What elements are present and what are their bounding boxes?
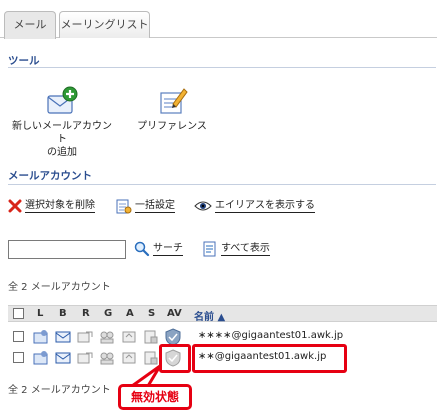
new-mail-account-tool[interactable]: 新しいメールアカウント の追加 — [8, 86, 116, 159]
select-all-checkbox[interactable] — [13, 308, 24, 319]
mailbox-icon[interactable] — [55, 330, 71, 344]
tab-mail[interactable]: メール — [4, 11, 56, 39]
preferences-tool[interactable]: プリファレンス — [132, 86, 212, 133]
col-l[interactable]: L — [37, 308, 43, 319]
preferences-label: プリファレンス — [137, 121, 207, 132]
email-highlight — [192, 344, 347, 373]
show-aliases-label: エイリアスを表示する — [215, 199, 315, 213]
spam-filter-icon[interactable] — [143, 329, 159, 345]
preferences-icon — [160, 88, 188, 114]
row-checkbox[interactable] — [13, 352, 24, 363]
account-count-bottom: 全 2 メールアカウント — [8, 385, 111, 396]
row-checkbox[interactable] — [13, 331, 24, 342]
group-icon[interactable] — [99, 329, 115, 345]
col-s[interactable]: S — [148, 308, 155, 319]
login-icon[interactable] — [33, 329, 49, 345]
col-r[interactable]: R — [82, 308, 90, 319]
account-count-top: 全 2 メールアカウント — [8, 282, 111, 293]
col-av[interactable]: AV — [167, 308, 182, 319]
eye-icon — [194, 201, 212, 211]
tools-divider — [8, 67, 436, 68]
delete-selected-label: 選択対象を削除 — [25, 199, 95, 213]
mail-accounts-divider — [8, 184, 436, 185]
bulk-settings-icon — [116, 199, 132, 214]
search-icon — [134, 241, 150, 257]
accounts-table-header: L B R G A S AV 名前 ▲ — [8, 305, 437, 323]
new-mail-account-icon — [47, 86, 78, 114]
bulk-settings-label: 一括設定 — [135, 199, 175, 213]
redirect-icon[interactable] — [77, 350, 93, 366]
col-g[interactable]: G — [104, 308, 112, 319]
mail-accounts-heading: メールアカウント — [8, 170, 92, 182]
login-icon[interactable] — [33, 350, 49, 366]
search-input[interactable] — [8, 240, 126, 259]
show-aliases-action[interactable]: エイリアスを表示する — [194, 198, 315, 214]
tools-heading: ツール — [8, 55, 40, 67]
autoreply-icon[interactable] — [121, 329, 137, 345]
col-name-sort[interactable]: 名前 ▲ — [194, 308, 225, 323]
delete-selected-action[interactable]: 選択対象を削除 — [8, 198, 95, 214]
bulk-settings-action[interactable]: 一括設定 — [116, 198, 175, 214]
col-a[interactable]: A — [126, 308, 134, 319]
tab-bar: メール メーリングリスト — [0, 0, 437, 39]
delete-x-icon — [8, 199, 22, 213]
row-email[interactable]: ∗∗∗∗@gigaantest01.awk.jp — [198, 330, 343, 341]
tab-mailing-list[interactable]: メーリングリスト — [59, 11, 150, 38]
new-mail-account-label-1: 新しいメールアカウント — [12, 121, 112, 145]
show-all-icon — [203, 241, 216, 257]
show-all-label: すべて表示 — [221, 242, 270, 256]
group-icon[interactable] — [99, 350, 115, 366]
new-mail-account-label-2: の追加 — [47, 147, 77, 158]
disabled-state-callout: 無効状態 — [118, 384, 192, 410]
mailbox-icon[interactable] — [55, 351, 71, 365]
search-button[interactable]: サーチ — [134, 241, 183, 257]
search-label: サーチ — [153, 242, 183, 256]
col-b[interactable]: B — [59, 308, 67, 319]
show-all-button[interactable]: すべて表示 — [202, 241, 270, 257]
redirect-icon[interactable] — [77, 329, 93, 345]
